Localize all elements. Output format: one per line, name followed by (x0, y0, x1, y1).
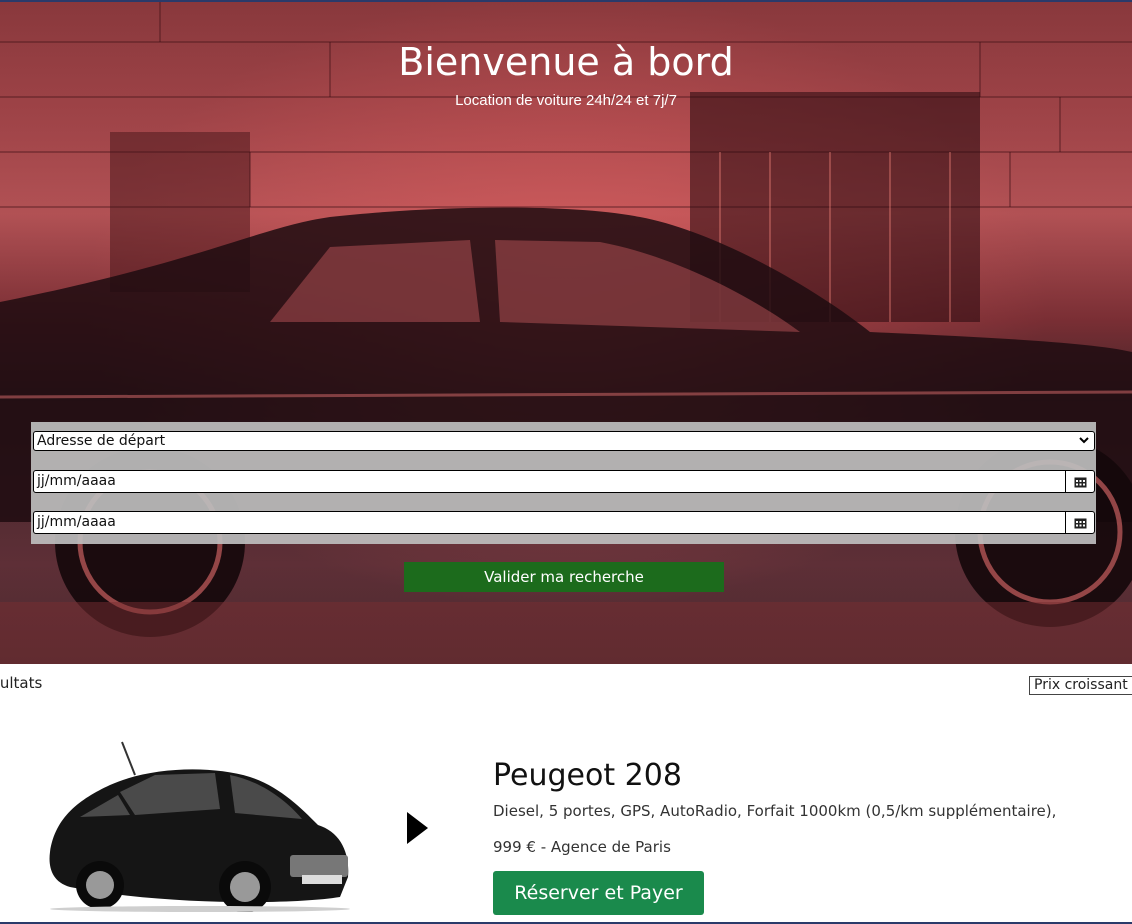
play-arrow-icon[interactable] (404, 810, 430, 846)
chevron-down-icon (1078, 433, 1090, 451)
start-date-placeholder: jj/mm/aaaa (37, 473, 116, 489)
hero-title: Bienvenue à bord (398, 40, 734, 84)
departure-address-select[interactable]: Adresse de départ (33, 431, 1095, 451)
search-form: Adresse de départ jj/mm/aaaa jj/mm/aaaa (31, 422, 1096, 544)
validate-search-button[interactable]: Valider ma recherche (404, 562, 724, 592)
car-name: Peugeot 208 (493, 758, 682, 793)
car-image (49, 741, 350, 912)
car-price-agency: 999 € - Agence de Paris (493, 838, 671, 856)
sort-select[interactable]: Prix croissant (1029, 676, 1132, 695)
end-date-placeholder: jj/mm/aaaa (37, 514, 116, 530)
departure-select-value: Adresse de départ (37, 433, 166, 449)
hero-banner: Bienvenue à bord Location de voiture 24h… (0, 2, 1132, 664)
end-date-input[interactable]: jj/mm/aaaa (33, 511, 1095, 534)
start-date-input[interactable]: jj/mm/aaaa (33, 470, 1095, 493)
calendar-icon[interactable] (1065, 471, 1094, 492)
book-and-pay-button[interactable]: Réserver et Payer (493, 871, 704, 915)
calendar-icon[interactable] (1065, 512, 1094, 533)
results-label: sultats (0, 674, 43, 692)
hero-subtitle: Location de voiture 24h/24 et 7j/7 (455, 92, 677, 109)
car-features: Diesel, 5 portes, GPS, AutoRadio, Forfai… (493, 802, 1057, 820)
